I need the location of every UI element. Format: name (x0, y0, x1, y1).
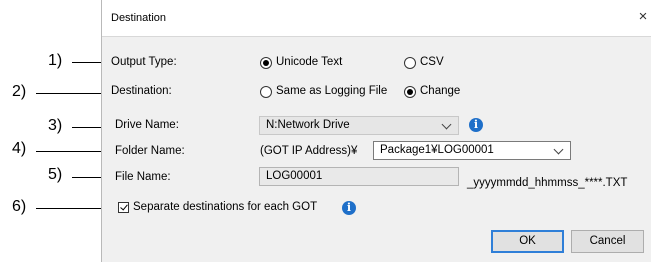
radio-unicode-text-label[interactable]: Unicode Text (276, 56, 342, 68)
drive-name-label: Drive Name: (115, 119, 179, 131)
callout-1: 1) (48, 52, 63, 69)
callout-4: 4) (12, 140, 27, 157)
radio-same-as-logging-file-label[interactable]: Same as Logging File (276, 85, 387, 97)
file-name-label: File Name: (115, 171, 171, 183)
drive-name-value: N:Network Drive (266, 119, 350, 131)
close-icon[interactable]: × (635, 9, 651, 25)
cancel-button[interactable]: Cancel (571, 230, 644, 253)
ok-button[interactable]: OK (491, 230, 564, 253)
destination-dialog: Destination × Output Type: Unicode Text … (101, 0, 651, 262)
separate-destinations-label[interactable]: Separate destinations for each GOT (133, 201, 317, 213)
info-icon[interactable]: i (469, 118, 483, 132)
folder-name-value: Package1¥LOG00001 (380, 144, 494, 156)
chevron-down-icon (553, 144, 564, 155)
callout-6: 6) (12, 198, 27, 215)
file-name-suffix: _yyyymmdd_hhmmss_****.TXT (467, 177, 628, 189)
radio-change-label[interactable]: Change (420, 85, 460, 97)
callout-3: 3) (48, 117, 63, 134)
destination-label: Destination: (111, 85, 172, 97)
file-name-value: LOG00001 (266, 170, 323, 182)
output-type-label: Output Type: (111, 56, 177, 68)
callout-2: 2) (12, 83, 27, 100)
title-bar: Destination × (102, 0, 651, 37)
callout-5: 5) (48, 166, 63, 183)
radio-change[interactable] (404, 86, 416, 98)
radio-unicode-text[interactable] (260, 57, 272, 69)
separate-destinations-checkbox[interactable] (118, 202, 129, 213)
radio-same-as-logging-file[interactable] (260, 86, 272, 98)
chevron-down-icon (441, 119, 452, 130)
radio-csv-label[interactable]: CSV (420, 56, 444, 68)
radio-csv[interactable] (404, 57, 416, 69)
folder-name-prefix: (GOT IP Address)¥ (260, 145, 358, 157)
folder-name-label: Folder Name: (115, 145, 185, 157)
drive-name-dropdown[interactable]: N:Network Drive (259, 116, 459, 135)
folder-name-dropdown[interactable]: Package1¥LOG00001 (373, 141, 571, 160)
file-name-input[interactable]: LOG00001 (259, 167, 459, 186)
info-icon[interactable]: i (342, 201, 356, 215)
dialog-title: Destination (111, 12, 167, 24)
